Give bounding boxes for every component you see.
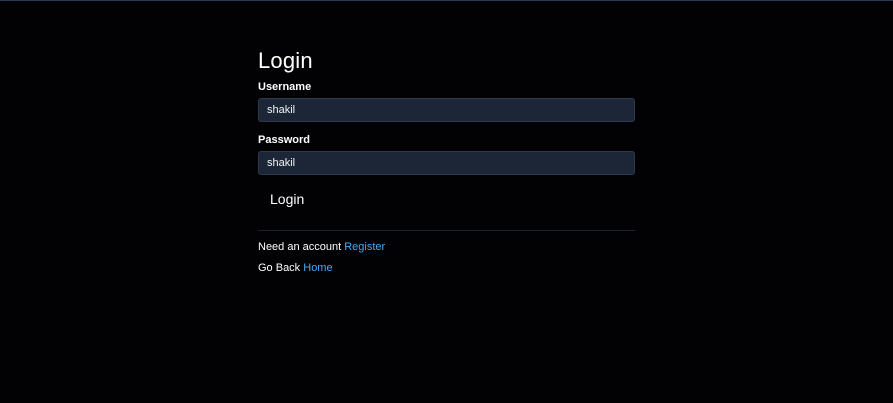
divider — [258, 230, 635, 231]
register-prompt: Need an account — [258, 241, 342, 253]
password-input[interactable] — [258, 151, 635, 175]
home-line: Go Back Home — [258, 262, 635, 275]
back-prompt: Go Back — [258, 262, 301, 274]
username-label: Username — [258, 81, 312, 93]
login-button[interactable]: Login — [270, 190, 304, 208]
home-link[interactable]: Home — [303, 262, 332, 274]
login-container: Login Username Password Login Need an ac… — [258, 48, 635, 275]
register-link[interactable]: Register — [344, 241, 385, 253]
page-title: Login — [258, 48, 313, 73]
register-line: Need an account Register — [258, 241, 635, 254]
password-label: Password — [258, 134, 310, 146]
username-input[interactable] — [258, 98, 635, 122]
top-border — [0, 0, 893, 1]
